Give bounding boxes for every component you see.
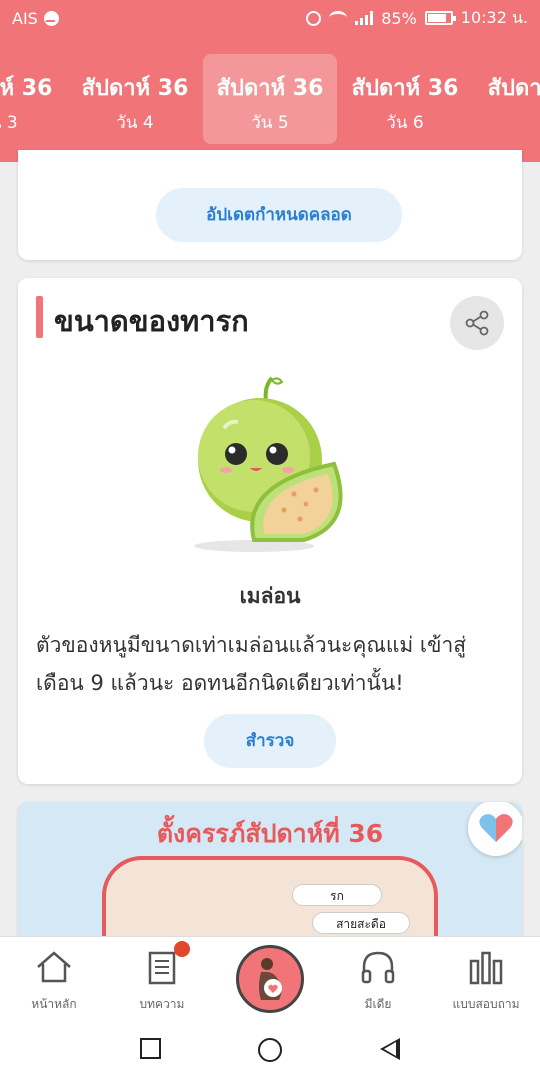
explore-button[interactable]: สำรวจ (204, 714, 336, 768)
tab-week-36-day-4[interactable]: สัปดาห์ 36 วัน 4 (68, 54, 202, 144)
card-title: ขนาดของทารก (54, 304, 249, 338)
fruit-name: เมล่อน (239, 584, 301, 608)
umbilical-cord-label: สายสะดือ (312, 912, 410, 934)
status-right: 85% 10:32 น. (306, 6, 528, 31)
heart-icon (479, 814, 513, 842)
nav-articles[interactable]: บทความ (108, 937, 216, 1019)
wifi-icon (329, 11, 348, 25)
nav-quiz-label: แบบสอบถาม (452, 997, 520, 1011)
status-bar: AIS 85% 10:32 น. (0, 0, 540, 36)
bottom-navigation: หน้าหลัก บทความ มีเดีย แบบสอบถาม (0, 936, 540, 1018)
tab-week-36-day-7[interactable]: สัปดาห์ 36 (474, 54, 540, 144)
placenta-label: รก (292, 884, 382, 906)
tab-day-label: วัน 4 (116, 113, 154, 133)
battery-icon (424, 11, 456, 25)
home-system-button[interactable] (258, 1038, 282, 1062)
recent-apps-button[interactable] (140, 1038, 161, 1059)
nav-media[interactable]: มีเดีย (324, 937, 432, 1019)
pregnancy-illustration: รก สายสะดือ (102, 856, 438, 936)
nav-home-label: หน้าหลัก (31, 997, 77, 1011)
tab-week-36-day-6[interactable]: สัปดาห์ 36 วัน 6 (338, 54, 472, 144)
share-button[interactable] (450, 296, 504, 350)
alarm-icon (306, 10, 322, 26)
nav-quiz[interactable]: แบบสอบถาม (432, 937, 540, 1019)
pregnancy-week-banner[interactable]: ตั้งครรภ์สัปดาห์ที่ 36 รก สายสะดือ (18, 802, 522, 936)
tab-week-36-day-3[interactable]: สัปดาห์ 36 วัน 3 (0, 54, 66, 144)
carrier-name: AIS (12, 8, 38, 28)
system-navigation-bar (0, 1018, 540, 1080)
battery-percent: 85% (381, 8, 417, 28)
melon-illustration (184, 374, 354, 554)
status-left: AIS (12, 9, 59, 28)
update-due-date-button[interactable]: อัปเดตกำหนดคลอด (156, 188, 402, 242)
headphones-icon (361, 951, 395, 984)
week-tab-bar: สัปดาห์ 36 วัน 3 สัปดาห์ 36 วัน 4 สัปดาห… (0, 36, 540, 162)
due-date-card: อัปเดตกำหนดคลอด (18, 150, 522, 260)
pregnancy-center-button[interactable] (236, 945, 304, 1013)
share-icon (465, 310, 489, 336)
tab-day-label: วัน 3 (0, 113, 18, 133)
messenger-icon (43, 10, 59, 26)
tab-week-36-day-5[interactable]: สัปดาห์ 36 วัน 5 (203, 54, 337, 144)
nav-articles-label: บทความ (139, 997, 185, 1011)
pregnant-mother-icon (259, 958, 282, 1000)
tab-week-label: สัปดาห์ 36 (81, 76, 189, 101)
signal-icon (355, 11, 374, 25)
favorite-button[interactable] (468, 802, 522, 856)
tab-week-label: สัปดาห์ 36 (487, 76, 540, 101)
baby-size-card: ขนาดของทารก เมล่อน ตัวของหนูมีขนาดเท่าเม… (18, 278, 522, 784)
back-button[interactable] (380, 1038, 400, 1060)
tab-day-label: วัน 6 (386, 113, 424, 133)
tab-week-label: สัปดาห์ 36 (351, 76, 459, 101)
nav-media-label: มีเดีย (364, 997, 392, 1011)
home-icon (37, 951, 71, 983)
tab-day-label: วัน 5 (251, 113, 289, 133)
title-accent-bar (36, 296, 43, 338)
banner-title: ตั้งครรภ์สัปดาห์ที่ 36 (156, 819, 384, 848)
tab-week-label: สัปดาห์ 36 (216, 76, 324, 101)
nav-home[interactable]: หน้าหลัก (0, 937, 108, 1019)
fruit-description: ตัวของหนูมีขนาดเท่าเมล่อนแล้วนะคุณแม่ เข… (36, 633, 467, 695)
notification-badge (174, 941, 190, 957)
clock: 10:32 น. (460, 7, 528, 27)
bar-chart-icon (469, 951, 503, 985)
tab-week-label: สัปดาห์ 36 (0, 76, 53, 101)
